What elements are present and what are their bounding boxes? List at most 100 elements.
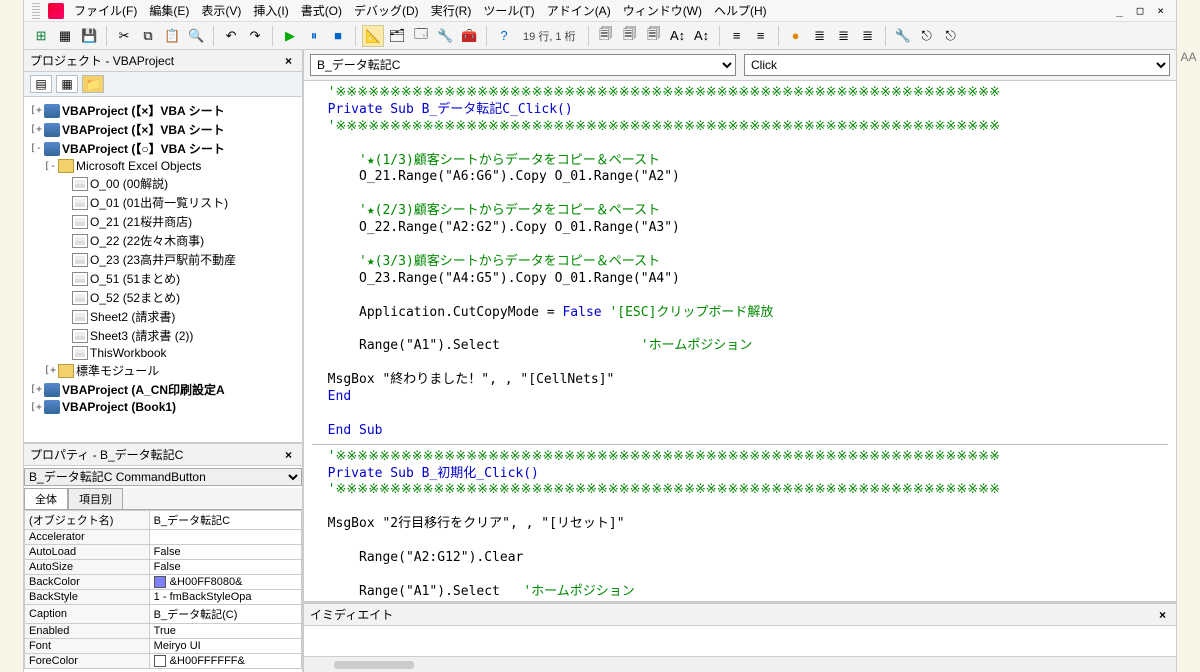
proj-icon bbox=[44, 123, 60, 137]
sheet-icon bbox=[72, 234, 88, 248]
proj-icon bbox=[44, 383, 60, 397]
menu-item[interactable]: 編集(E) bbox=[143, 2, 195, 20]
properties-tab-categorized[interactable]: 項目別 bbox=[68, 488, 123, 509]
tree-node[interactable]: [-]VBAProject (【○】VBA シート bbox=[26, 139, 300, 158]
properties-object-select[interactable]: B_データ転記C CommandButton bbox=[24, 468, 302, 486]
tb-misc3-icon[interactable]: ⎋ bbox=[940, 25, 962, 47]
procedure-dropdown[interactable]: Click bbox=[744, 54, 1170, 76]
tree-node[interactable]: [+]標準モジュール bbox=[40, 361, 300, 380]
proj-icon bbox=[44, 400, 60, 414]
toolbar: ⊞ ▦ 💾 ✂ ⧉ 📋 🔍 ↶ ↷ ▶ ⏸ ■ 📐 🗂 🗔 🔧 🧰 ? 19 行… bbox=[24, 22, 1176, 50]
bookmark-icon[interactable]: ● bbox=[785, 25, 807, 47]
properties-panel-close-icon[interactable]: × bbox=[281, 448, 296, 462]
tree-node[interactable]: O_22 (22佐々木商事) bbox=[54, 231, 300, 250]
menu-item[interactable]: ウィンドウ(W) bbox=[617, 2, 708, 20]
paste-icon[interactable]: 📋 bbox=[161, 25, 183, 47]
tree-node[interactable]: [+]VBAProject (【×】VBA シート bbox=[26, 101, 300, 120]
tb-misc1-icon[interactable]: 🔧 bbox=[892, 25, 914, 47]
outdent-icon[interactable]: ≡ bbox=[750, 25, 772, 47]
menu-item[interactable]: ツール(T) bbox=[477, 2, 540, 20]
folder-icon bbox=[58, 159, 74, 173]
menu-item[interactable]: 書式(O) bbox=[295, 2, 348, 20]
tree-node[interactable]: O_01 (01出荷一覧リスト) bbox=[54, 193, 300, 212]
grip-icon bbox=[32, 3, 40, 19]
tree-node[interactable]: Sheet2 (請求書) bbox=[54, 307, 300, 326]
proj-icon bbox=[44, 142, 60, 156]
tree-node[interactable]: O_00 (00解説) bbox=[54, 174, 300, 193]
tb-list3-icon[interactable]: ≣ bbox=[857, 25, 879, 47]
sheet-icon bbox=[72, 310, 88, 324]
immediate-panel-close-icon[interactable]: × bbox=[1155, 608, 1170, 622]
tree-node[interactable]: [+]VBAProject (A_CN印刷設定A bbox=[26, 380, 300, 399]
project-panel-title: プロジェクト - VBAProject × bbox=[24, 50, 302, 72]
tb-list1-icon[interactable]: ≣ bbox=[809, 25, 831, 47]
menu-item[interactable]: 表示(V) bbox=[195, 2, 247, 20]
redo-icon[interactable]: ↷ bbox=[244, 25, 266, 47]
tb-extra-3-icon[interactable]: 🗐 bbox=[643, 25, 665, 47]
project-panel-close-icon[interactable]: × bbox=[281, 54, 296, 68]
toggle-folders-icon[interactable]: 📁 bbox=[82, 75, 104, 93]
sheet-icon bbox=[72, 215, 88, 229]
properties-tab-all[interactable]: 全体 bbox=[24, 488, 68, 509]
undo-icon[interactable]: ↶ bbox=[220, 25, 242, 47]
tree-node[interactable]: [+]VBAProject (【×】VBA シート bbox=[26, 120, 300, 139]
stop-icon[interactable]: ■ bbox=[327, 25, 349, 47]
project-explorer-icon[interactable]: 🗂 bbox=[386, 25, 408, 47]
view-icon[interactable]: ▦ bbox=[54, 25, 76, 47]
sheet-icon bbox=[72, 291, 88, 305]
proj-icon bbox=[44, 104, 60, 118]
app-logo-icon bbox=[48, 3, 64, 19]
code-editor[interactable]: '※※※※※※※※※※※※※※※※※※※※※※※※※※※※※※※※※※※※※※※… bbox=[304, 81, 1176, 602]
tree-node[interactable]: O_21 (21桜井商店) bbox=[54, 212, 300, 231]
help-icon[interactable]: ? bbox=[493, 25, 515, 47]
design-mode-icon[interactable]: 📐 bbox=[362, 25, 384, 47]
menu-bar: ファイル(F)編集(E)表示(V)挿入(I)書式(O)デバッグ(D)実行(R)ツ… bbox=[24, 0, 1176, 22]
properties-grid[interactable]: (オブジェクト名)B_データ転記CAcceleratorAutoLoadFals… bbox=[24, 510, 302, 672]
immediate-window[interactable] bbox=[304, 626, 1176, 656]
tree-node[interactable]: [+]VBAProject (Book1) bbox=[26, 399, 300, 415]
cut-icon[interactable]: ✂ bbox=[113, 25, 135, 47]
immediate-panel-title: イミディエイト × bbox=[304, 604, 1176, 626]
menu-item[interactable]: 挿入(I) bbox=[247, 2, 294, 20]
sheet-icon bbox=[72, 329, 88, 343]
sheet-icon bbox=[72, 272, 88, 286]
tb-list2-icon[interactable]: ≣ bbox=[833, 25, 855, 47]
pause-icon[interactable]: ⏸ bbox=[303, 25, 325, 47]
sheet-icon bbox=[72, 196, 88, 210]
project-tree[interactable]: [+]VBAProject (【×】VBA シート[+]VBAProject (… bbox=[24, 97, 302, 442]
restore-button[interactable]: □ bbox=[1133, 4, 1148, 17]
sheet-icon bbox=[72, 253, 88, 267]
menu-item[interactable]: ヘルプ(H) bbox=[708, 2, 773, 20]
menu-item[interactable]: アドイン(A) bbox=[541, 2, 617, 20]
find-icon[interactable]: 🔍 bbox=[185, 25, 207, 47]
tree-node[interactable]: ThisWorkbook bbox=[54, 345, 300, 361]
horizontal-scrollbar[interactable] bbox=[304, 656, 1176, 672]
copy-icon[interactable]: ⧉ bbox=[137, 25, 159, 47]
object-browser-icon[interactable]: 🔧 bbox=[434, 25, 456, 47]
tree-node[interactable]: O_23 (23高井戸駅前不動産 bbox=[54, 250, 300, 269]
view-object-icon[interactable]: ▦ bbox=[56, 75, 78, 93]
properties-icon[interactable]: 🗔 bbox=[410, 25, 432, 47]
tree-node[interactable]: Sheet3 (請求書 (2)) bbox=[54, 326, 300, 345]
tb-misc2-icon[interactable]: ⎋ bbox=[916, 25, 938, 47]
minimize-button[interactable]: _ bbox=[1112, 4, 1127, 17]
indent-icon[interactable]: ≡ bbox=[726, 25, 748, 47]
tb-extra-4-icon[interactable]: A↕ bbox=[667, 25, 689, 47]
toolbox-icon[interactable]: 🧰 bbox=[458, 25, 480, 47]
object-dropdown[interactable]: B_データ転記C bbox=[310, 54, 736, 76]
tree-node[interactable]: [-]Microsoft Excel Objects bbox=[40, 158, 300, 174]
tb-extra-1-icon[interactable]: 🗐 bbox=[595, 25, 617, 47]
tree-node[interactable]: O_51 (51まとめ) bbox=[54, 269, 300, 288]
run-icon[interactable]: ▶ bbox=[279, 25, 301, 47]
view-code-icon[interactable]: ▤ bbox=[30, 75, 52, 93]
tb-extra-2-icon[interactable]: 🗐 bbox=[619, 25, 641, 47]
save-icon[interactable]: 💾 bbox=[78, 25, 100, 47]
close-button[interactable]: × bbox=[1153, 4, 1168, 17]
sheet-icon bbox=[72, 177, 88, 191]
tb-extra-5-icon[interactable]: A↕ bbox=[691, 25, 713, 47]
excel-icon[interactable]: ⊞ bbox=[30, 25, 52, 47]
menu-item[interactable]: ファイル(F) bbox=[68, 2, 143, 20]
tree-node[interactable]: O_52 (52まとめ) bbox=[54, 288, 300, 307]
menu-item[interactable]: 実行(R) bbox=[425, 2, 478, 20]
menu-item[interactable]: デバッグ(D) bbox=[348, 2, 425, 20]
